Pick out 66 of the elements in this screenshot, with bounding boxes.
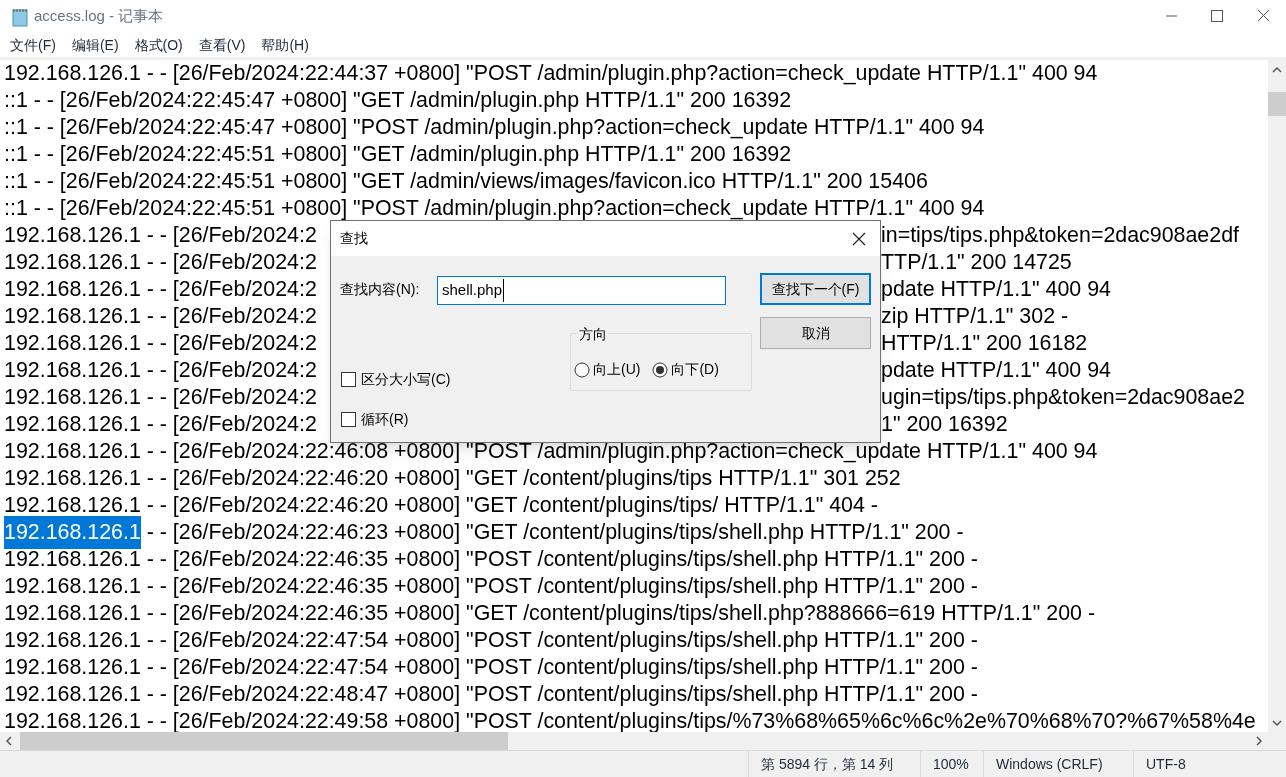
status-text: Windows (CRLF) xyxy=(996,754,1103,774)
log-line: 192.168.126.1 - - [26/Feb/2024:22:46:35 +0800] "GET /content/plugins/tips/shell.php?888666=619 HTTP/1.1" 200 - xyxy=(4,600,1096,628)
log-line: 192.168.126.1 - - [26/Feb/2024:2 xyxy=(4,330,317,358)
dialog-title: 查找 xyxy=(340,229,368,248)
log-line: 1" 200 16392 xyxy=(881,411,1008,439)
log-line: 192.168.126.1 - - [26/Feb/2024:22:47:54 +0800] "POST /content/plugins/tips/shell.php HTTP/1.1" 200 - xyxy=(4,627,978,655)
log-line: ::1 - - [26/Feb/2024:22:45:51 +0800] "POST /admin/plugin.php?action=check_update HTTP/1.1" 400 94 xyxy=(4,195,985,223)
checkbox[interactable] xyxy=(341,412,356,427)
status-text: 100% xyxy=(933,754,969,774)
find-label: 查找内容(N): xyxy=(340,280,420,299)
cancel-button[interactable]: 取消 xyxy=(760,317,871,349)
log-line: pdate HTTP/1.1" 400 94 xyxy=(881,276,1111,304)
log-line: 192.168.126.1 - - [26/Feb/2024:2 xyxy=(4,249,317,277)
window-title: access.log - 记事本 xyxy=(34,6,164,27)
scrollbar-thumb[interactable] xyxy=(1268,92,1286,116)
checkbox[interactable] xyxy=(341,372,356,387)
menu-item[interactable]: 编辑(E) xyxy=(63,34,127,56)
log-line: 192.168.126.1 - - [26/Feb/2024:22:44:37 +0800] "POST /admin/plugin.php?action=check_update HTTP/1.1" 400 94 xyxy=(4,60,1098,88)
log-line: 192.168.126.1 - - [26/Feb/2024:2 xyxy=(4,411,317,439)
log-line: 192.168.126.1 - - [26/Feb/2024:22:47:54 +0800] "POST /content/plugins/tips/shell.php HTTP/1.1" 200 - xyxy=(4,654,978,682)
status-text: UTF-8 xyxy=(1146,754,1186,774)
log-line: ::1 - - [26/Feb/2024:22:45:51 +0800] "GET /admin/views/images/favicon.ico HTTP/1.1" 200 15406 xyxy=(4,168,928,196)
log-line: ::1 - - [26/Feb/2024:22:45:47 +0800] "POST /admin/plugin.php?action=check_update HTTP/1.1" 400 94 xyxy=(4,114,985,142)
log-line: - - [26/Feb/2024:22:46:23 +0800] "GET /content/plugins/tips/shell.php HTTP/1.1" 200 - xyxy=(145,519,964,547)
menu-item[interactable]: 格式(O) xyxy=(126,34,191,56)
radio-button[interactable] xyxy=(574,361,590,378)
log-line: 192.168.126.1 - - [26/Feb/2024:22:46:35 +0800] "POST /content/plugins/tips/shell.php HTTP/1.1" 200 - xyxy=(4,573,978,601)
log-line: in=tips/tips.php&token=2dac908ae2df xyxy=(881,222,1239,250)
log-line: HTTP/1.1" 200 16182 xyxy=(881,330,1088,358)
log-line: 192.168.126.1 - - [26/Feb/2024:22:46:08 +0800] "POST /admin/plugin.php?action=check_update HTTP/1.1" 400 94 xyxy=(4,438,1098,466)
log-line: 192.168.126.1 - - [26/Feb/2024:2 xyxy=(4,303,317,331)
radio-label: 向下(D) xyxy=(671,360,719,379)
log-line: 192.168.126.1 - - [26/Feb/2024:22:46:20 +0800] "GET /content/plugins/tips HTTP/1.1" 301 252 xyxy=(4,465,901,493)
vertical-scrollbar[interactable] xyxy=(1268,60,1286,732)
scroll-down-icon[interactable] xyxy=(1272,719,1282,727)
selected-text: 192.168.126.1 xyxy=(4,516,141,549)
checkbox-label: 循环(R) xyxy=(361,410,409,429)
log-line: ::1 - - [26/Feb/2024:22:45:47 +0800] "GET /admin/plugin.php HTTP/1.1" 200 16392 xyxy=(4,87,792,115)
log-line: 192.168.126.1 - - [26/Feb/2024:22:49:58 +0800] "POST /content/plugins/tips/%73%68%65%6c%6c%2e%70%68%70?%67%58%4e xyxy=(4,708,1256,732)
status-text: 第 5894 行，第 14 列 xyxy=(761,754,894,774)
scroll-left-icon[interactable] xyxy=(5,736,13,746)
checkbox-label: 区分大小写(C) xyxy=(361,370,451,389)
notepad-icon xyxy=(10,6,30,27)
log-line: 192.168.126.1 - - [26/Feb/2024:2 xyxy=(4,222,317,250)
log-line: zip HTTP/1.1" 302 - xyxy=(881,303,1069,331)
find-input[interactable]: shell.php xyxy=(437,276,726,305)
log-line: 192.168.126.1 - - [26/Feb/2024:2 xyxy=(4,357,317,385)
log-line: ::1 - - [26/Feb/2024:22:45:51 +0800] "GET /admin/plugin.php HTTP/1.1" 200 16392 xyxy=(4,141,792,169)
horizontal-scrollbar[interactable] xyxy=(0,732,1286,750)
scrollbar-thumb[interactable] xyxy=(20,732,508,750)
log-line: ugin=tips/tips.php&token=2dac908ae2 xyxy=(881,384,1245,412)
log-line: TTP/1.1" 200 14725 xyxy=(881,249,1072,277)
log-line: 192.168.126.1 - - [26/Feb/2024:2 xyxy=(4,276,317,304)
find-next-button[interactable]: 查找下一个(F) xyxy=(760,273,871,305)
close-icon[interactable] xyxy=(852,231,866,246)
menu-item[interactable]: 查看(V) xyxy=(190,34,254,56)
log-line: 192.168.126.1 - - [26/Feb/2024:2 xyxy=(4,384,317,412)
log-line: 192.168.126.1 - - [26/Feb/2024:22:48:47 +0800] "POST /content/plugins/tips/shell.php HTTP/1.1" 200 - xyxy=(4,681,978,709)
log-line: 192.168.126.1 - - [26/Feb/2024:22:46:35 +0800] "POST /content/plugins/tips/shell.php HTTP/1.1" 200 - xyxy=(4,546,978,574)
menu-item[interactable]: 帮助(H) xyxy=(253,34,317,56)
radio-button[interactable] xyxy=(652,361,669,378)
scroll-up-icon[interactable] xyxy=(1272,66,1282,74)
radio-label: 向上(U) xyxy=(593,360,641,379)
log-line: pdate HTTP/1.1" 400 94 xyxy=(881,357,1111,385)
menu-item[interactable]: 文件(F) xyxy=(2,34,64,56)
scroll-right-icon[interactable] xyxy=(1255,736,1263,746)
